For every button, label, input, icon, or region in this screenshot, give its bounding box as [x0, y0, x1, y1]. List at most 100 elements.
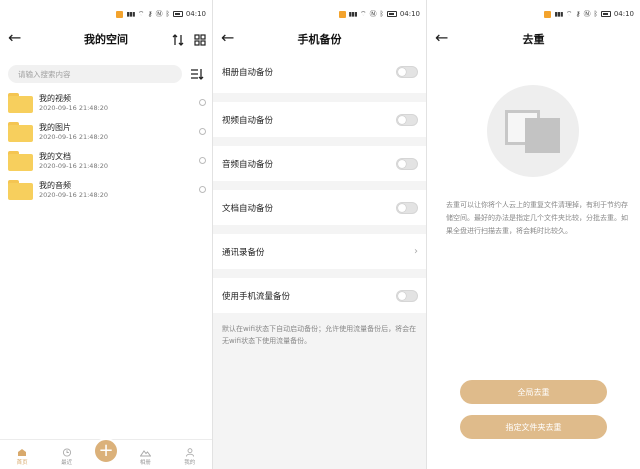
status-time: 04:10	[613, 10, 634, 18]
nfc-icon: Ⓝ	[369, 10, 377, 18]
plus-icon: +	[98, 440, 114, 461]
duplicate-files-illustration	[487, 85, 579, 177]
file-date: 2020-09-16 21:48:20	[39, 132, 109, 141]
my-space-screen: ▮▮▮ ⌔ ⚷ Ⓝ ᛒ 04:10 ← 我的空间 我的视频	[0, 0, 212, 469]
row-audio-backup: 音频自动备份	[213, 146, 426, 181]
key-icon: ⚷	[147, 10, 153, 18]
search-input[interactable]	[18, 69, 182, 79]
row-label: 文档自动备份	[222, 203, 274, 214]
nfc-icon: Ⓝ	[155, 10, 163, 18]
backup-settings: 相册自动备份 视频自动备份 音频自动备份 文档自动备份 通讯录备份 › 使用手机…	[213, 51, 426, 347]
nav-mine-label: 我的	[184, 460, 196, 466]
nav-album[interactable]: 相册	[125, 448, 165, 466]
back-arrow-icon[interactable]: ←	[8, 29, 21, 47]
nav-home[interactable]: 首页	[2, 448, 42, 466]
settings-group: 音频自动备份	[213, 146, 426, 181]
search-row	[8, 64, 208, 84]
key-icon: ⚷	[575, 10, 581, 18]
folder-dedupe-button[interactable]: 指定文件夹去重	[460, 415, 607, 439]
copy-front-icon	[525, 118, 560, 153]
nav-album-label: 相册	[139, 460, 151, 466]
audio-backup-toggle[interactable]	[396, 157, 418, 170]
video-backup-toggle[interactable]	[396, 113, 418, 126]
status-time: 04:10	[185, 10, 206, 18]
settings-group: 文档自动备份	[213, 190, 426, 225]
battery-icon	[600, 11, 611, 17]
backup-note: 默认在wifi状态下自动启动备份；允许使用流量备份后，将会在无wifi状态下使用…	[222, 325, 417, 345]
file-list: 我的视频 2020-09-16 21:48:20 我的图片 2020-09-16…	[0, 88, 212, 204]
list-item[interactable]: 我的文档 2020-09-16 21:48:20	[0, 146, 212, 175]
home-icon	[18, 449, 27, 456]
add-button[interactable]: +	[93, 438, 119, 464]
header: ← 去重	[427, 26, 640, 52]
clock-icon	[62, 448, 71, 457]
row-video-backup: 视频自动备份	[213, 102, 426, 137]
folder-icon	[8, 121, 33, 142]
nav-recent[interactable]: 最近	[47, 448, 87, 466]
nav-recent-label: 最近	[61, 460, 73, 466]
transfer-sort-icon[interactable]	[172, 31, 184, 50]
file-date: 2020-09-16 21:48:20	[39, 190, 109, 199]
wifi-icon: ⌔	[137, 9, 145, 18]
folder-icon	[8, 179, 33, 200]
battery-icon	[172, 11, 183, 17]
back-arrow-icon[interactable]: ←	[221, 29, 234, 47]
nav-mine[interactable]: 我的	[170, 448, 210, 466]
folder-icon	[8, 92, 33, 113]
grid-view-icon[interactable]	[194, 31, 206, 50]
battery-icon	[386, 11, 397, 17]
select-radio[interactable]	[199, 186, 206, 193]
settings-group: 使用手机流量备份	[213, 278, 426, 313]
status-bar: ▮▮▮ ⌔ ⚷ Ⓝ ᛒ 04:10	[544, 9, 634, 19]
status-bar: ▮▮▮ ⌔ ⚷ Ⓝ ᛒ 04:10	[116, 9, 206, 19]
sort-list-icon[interactable]	[186, 65, 208, 83]
file-name: 我的图片	[39, 122, 71, 132]
page-title: 我的空间	[84, 33, 128, 46]
notification-icon	[544, 10, 552, 18]
row-label: 音频自动备份	[222, 159, 274, 170]
select-radio[interactable]	[199, 157, 206, 164]
nfc-icon: Ⓝ	[583, 10, 591, 18]
header: ← 我的空间	[0, 26, 212, 52]
dedupe-screen: ▮▮▮ ⌔ ⚷ Ⓝ ᛒ 04:10 ← 去重 去重可以让你将个人云上的重复文件清…	[427, 0, 640, 469]
row-mobile-data-backup: 使用手机流量备份	[213, 278, 426, 313]
list-item[interactable]: 我的音频 2020-09-16 21:48:20	[0, 175, 212, 204]
select-radio[interactable]	[199, 128, 206, 135]
signal-icon: ▮▮▮	[126, 10, 135, 18]
bluetooth-icon: ᛒ	[379, 10, 384, 18]
notification-icon	[116, 10, 124, 18]
status-bar: ▮▮▮ ⌔ Ⓝ ᛒ 04:10	[338, 9, 420, 19]
status-time: 04:10	[399, 10, 420, 18]
phone-backup-screen: ▮▮▮ ⌔ Ⓝ ᛒ 04:10 ← 手机备份 相册自动备份 视频自动备份 音频自…	[213, 0, 426, 469]
list-item[interactable]: 我的视频 2020-09-16 21:48:20	[0, 88, 212, 117]
list-item[interactable]: 我的图片 2020-09-16 21:48:20	[0, 117, 212, 146]
settings-group: 视频自动备份	[213, 102, 426, 137]
settings-group: 相册自动备份	[213, 51, 426, 93]
file-name: 我的音频	[39, 180, 71, 190]
bluetooth-icon: ᛒ	[593, 10, 598, 18]
select-radio[interactable]	[199, 99, 206, 106]
back-arrow-icon[interactable]: ←	[435, 29, 448, 47]
chevron-right-icon: ›	[414, 246, 418, 257]
signal-icon: ▮▮▮	[554, 10, 563, 18]
settings-group: 通讯录备份 ›	[213, 234, 426, 269]
mobile-data-toggle[interactable]	[396, 289, 418, 302]
search-box	[8, 65, 182, 83]
signal-icon: ▮▮▮	[348, 10, 358, 18]
bluetooth-icon: ᛒ	[165, 10, 170, 18]
wifi-icon: ⌔	[565, 9, 573, 18]
page-title: 去重	[522, 33, 545, 46]
folder-icon	[8, 150, 33, 171]
album-backup-toggle[interactable]	[396, 66, 418, 78]
row-doc-backup: 文档自动备份	[213, 190, 426, 225]
page-title: 手机备份	[297, 33, 342, 46]
doc-backup-toggle[interactable]	[396, 201, 418, 214]
row-label: 通讯录备份	[222, 247, 265, 258]
global-dedupe-button[interactable]: 全局去重	[460, 380, 607, 404]
notification-icon	[338, 10, 346, 18]
row-contacts-backup[interactable]: 通讯录备份 ›	[213, 234, 426, 269]
wifi-icon: ⌔	[360, 9, 367, 18]
user-icon	[185, 448, 194, 457]
row-label: 视频自动备份	[222, 115, 274, 126]
